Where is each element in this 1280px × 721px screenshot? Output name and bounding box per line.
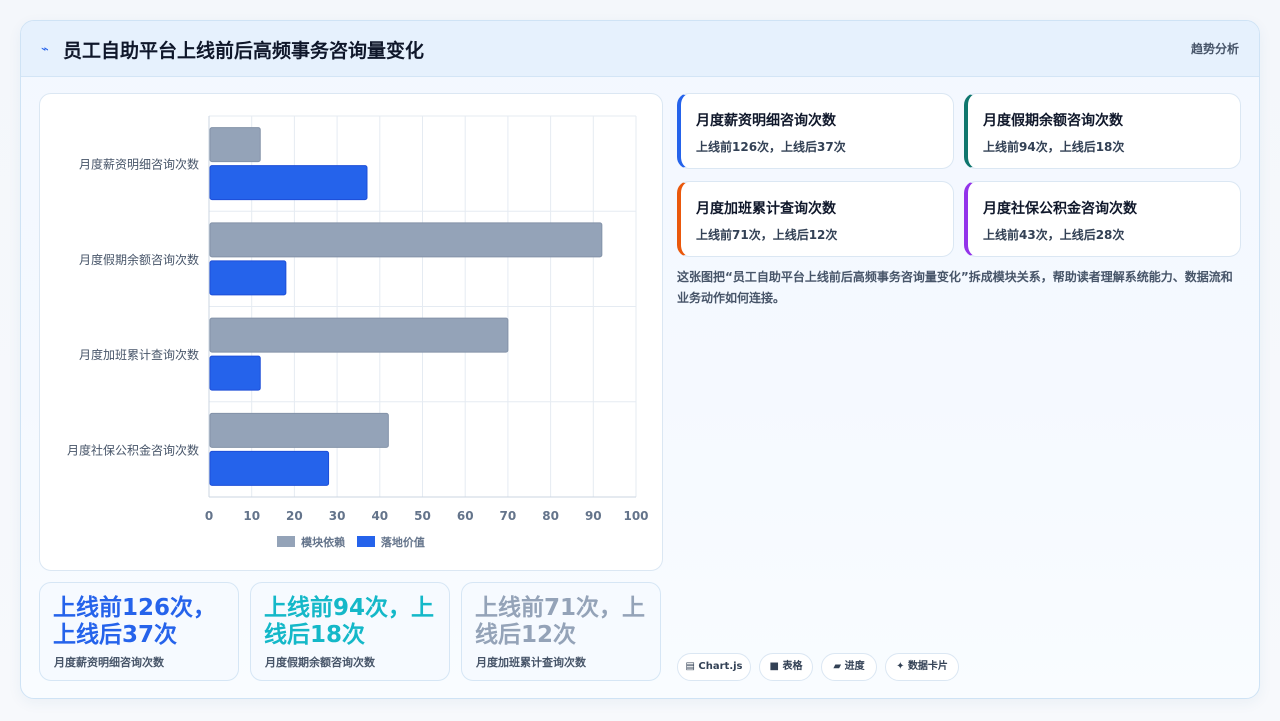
x-tick-label: 20	[286, 509, 303, 523]
stat-card-leave: 上线前94次，上线后18次 月度假期余额咨询次数	[250, 582, 450, 681]
module-detail: 上线前43次，上线后28次	[983, 228, 1125, 242]
stat-label: 月度加班累计查询次数	[476, 656, 586, 669]
x-tick-label: 100	[623, 509, 648, 523]
bar-before	[209, 222, 603, 258]
module-detail: 上线前71次，上线后12次	[696, 228, 838, 242]
stat-value: 上线前94次，上线后18次	[264, 595, 435, 648]
header-tag: 趋势分析	[1190, 42, 1239, 56]
bar-chart: 0 10 20 30 40 50 60 70 80 90 100 月度薪资明细咨询次数月度假期余额咨询…	[67, 115, 649, 523]
chip-label: Chart.js	[698, 661, 743, 672]
module-card-overtime[interactable]: 月度加班累计查询次数 上线前71次，上线后12次	[677, 181, 954, 257]
page-title: 员工自助平台上线前后高频事务咨询量变化	[63, 40, 425, 62]
sparkle-icon: ✦	[896, 661, 905, 672]
module-detail: 上线前94次，上线后18次	[983, 140, 1125, 154]
legend-label: 模块依赖	[301, 536, 346, 549]
description-text: 这张图把“员工自助平台上线前后高频事务咨询量变化”拆成模块关系，帮助读者理解系统…	[677, 270, 1233, 305]
legend-item-after[interactable]: 落地价值	[356, 534, 425, 550]
trend-icon: ⌁	[41, 42, 49, 57]
chip-data-card[interactable]: ✦ 数据卡片	[885, 653, 959, 681]
module-detail: 上线前126次，上线后37次	[696, 140, 846, 154]
module-card-social[interactable]: 月度社保公积金咨询次数 上线前43次，上线后28次	[964, 181, 1241, 257]
bar-after	[209, 260, 287, 296]
x-tick-label: 10	[243, 509, 260, 523]
legend-label: 落地价值	[380, 536, 425, 549]
y-category-label: 月度加班累计查询次数	[79, 347, 199, 362]
x-tick-label: 60	[457, 509, 474, 523]
module-title: 月度薪资明细咨询次数	[696, 113, 836, 129]
module-card-salary[interactable]: 月度薪资明细咨询次数 上线前126次，上线后37次	[677, 93, 954, 169]
header: ⌁ 员工自助平台上线前后高频事务咨询量变化 趋势分析	[21, 21, 1259, 77]
chip-label: 数据卡片	[907, 661, 948, 672]
chip-chartjs[interactable]: ▤ Chart.js	[677, 653, 751, 681]
x-tick-label: 50	[414, 509, 431, 523]
chip-progress[interactable]: ▰ 进度	[821, 653, 877, 681]
module-title: 月度加班累计查询次数	[696, 201, 836, 217]
bar-chart-panel: 0 10 20 30 40 50 60 70 80 90 100 月度薪资明细咨询次数 月度假期余额咨询…	[39, 93, 663, 571]
module-title: 月度社保公积金咨询次数	[983, 201, 1137, 217]
bar-before	[209, 127, 261, 163]
legend-swatch	[356, 536, 375, 547]
module-title: 月度假期余额咨询次数	[983, 113, 1123, 129]
chip-label: 进度	[844, 661, 865, 672]
x-tick-label: 80	[542, 509, 559, 523]
stat-card-overtime: 上线前71次，上线后12次 月度加班累计查询次数	[461, 582, 661, 681]
stat-card-salary: 上线前126次，上线后37次 月度薪资明细咨询次数	[39, 582, 239, 681]
legend-item-before[interactable]: 模块依赖	[277, 534, 345, 550]
stat-value: 上线前126次，上线后37次	[53, 595, 217, 648]
chip-label: 表格	[782, 661, 803, 672]
x-tick-label: 30	[329, 509, 346, 523]
y-category-label: 月度假期余额咨询次数	[79, 252, 199, 267]
bar-before	[209, 317, 509, 353]
module-card-leave[interactable]: 月度假期余额咨询次数 上线前94次，上线后18次	[964, 93, 1241, 169]
stat-label: 月度假期余额咨询次数	[265, 656, 375, 669]
stat-value: 上线前71次，上线后12次	[475, 595, 646, 648]
stat-label: 月度薪资明细咨询次数	[54, 656, 164, 669]
y-category-label: 月度薪资明细咨询次数	[79, 157, 199, 172]
bar-after	[209, 355, 261, 391]
table-icon: ■	[769, 661, 779, 672]
bar-before	[209, 412, 389, 448]
x-tick-label: 0	[205, 509, 213, 523]
chart-icon: ▤	[685, 661, 695, 672]
chip-table[interactable]: ■ 表格	[759, 653, 813, 681]
chart-legend: 模块依赖 落地价值	[40, 534, 662, 550]
bar-after	[209, 165, 368, 201]
x-tick-label: 90	[585, 509, 602, 523]
x-tick-label: 40	[371, 509, 388, 523]
x-tick-label: 70	[500, 509, 517, 523]
y-category-label: 月度社保公积金咨询次数	[67, 442, 199, 457]
legend-swatch	[277, 536, 296, 547]
bar-after	[209, 450, 330, 486]
dashboard-card: ⌁ 员工自助平台上线前后高频事务咨询量变化 趋势分析 0 10 20 30 40 50 60…	[20, 20, 1260, 699]
progress-icon: ▰	[833, 661, 842, 672]
